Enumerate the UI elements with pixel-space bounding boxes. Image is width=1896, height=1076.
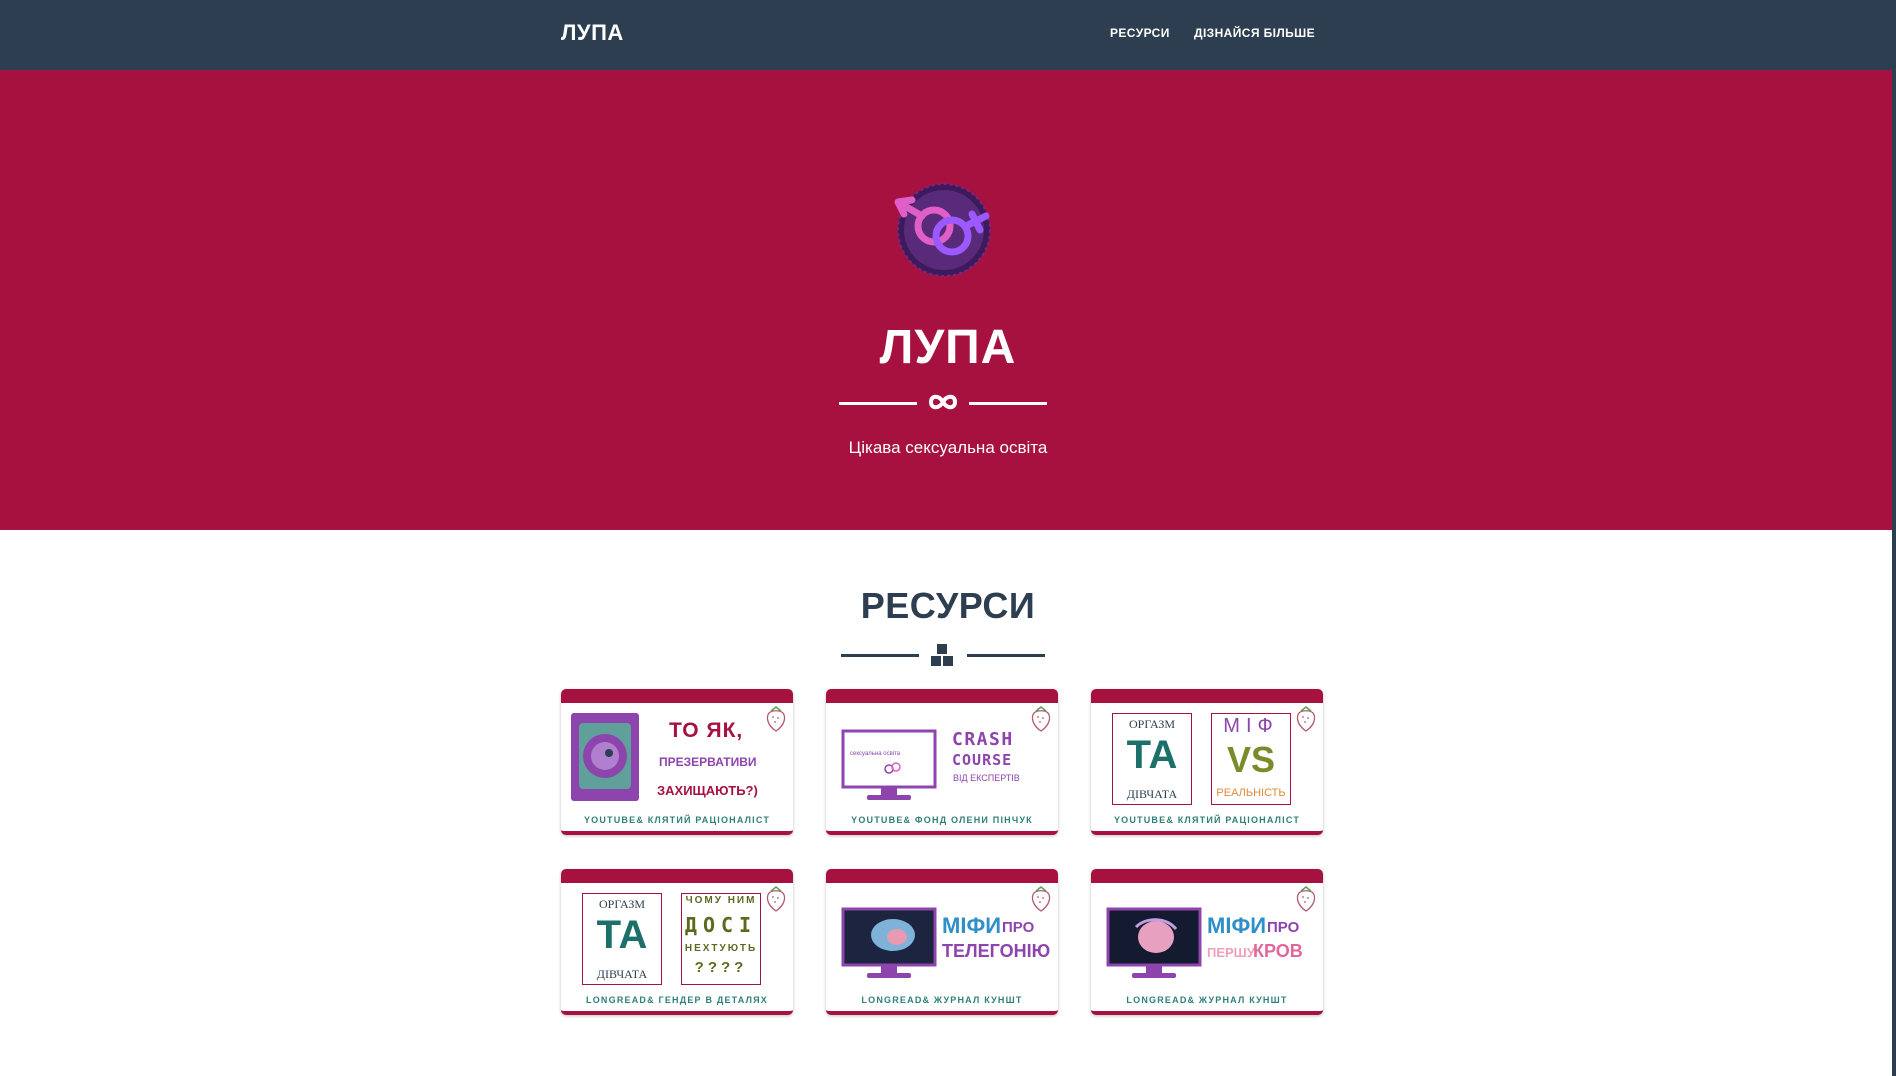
card-top-bar <box>1091 689 1323 703</box>
gender-symbols-logo-icon <box>894 183 991 277</box>
card-line: ПРЕЗЕРВАТИВИ <box>659 755 757 769</box>
scrollbar[interactable] <box>1892 0 1896 1076</box>
card-line: РЕАЛЬНІСТЬ <box>1216 787 1286 799</box>
top-navbar: ЛУПА РЕСУРСИ ДІЗНАЙСЯ БІЛЬШЕ <box>0 0 1896 70</box>
hero-divider-left <box>839 402 917 405</box>
card-caption: LONGREAD& ЖУРНАЛ КУНШТ <box>861 995 1023 1005</box>
strawberry-icon <box>766 886 786 912</box>
strawberry-icon <box>1031 886 1051 912</box>
card-line: ТЕЛЕГОНІЮ <box>942 941 1051 961</box>
card-line: МІФИ <box>942 913 1002 938</box>
strawberry-icon <box>1296 886 1316 912</box>
card-line: НЕХТУЮТЬ <box>684 943 758 954</box>
section-title-resources: РЕСУРСИ <box>860 585 1036 626</box>
resource-card[interactable]: МІФИ ПРО ТЕЛЕГОНІЮ LONGREAD& ЖУРНАЛ КУНШ… <box>826 869 1058 1015</box>
card-top-bar <box>1091 869 1323 883</box>
card-line: ???? <box>694 959 748 976</box>
card-top-bar <box>561 869 793 883</box>
nav-brand[interactable]: ЛУПА <box>561 20 624 46</box>
card-line: МІФ <box>1223 715 1279 737</box>
nav-link-learn-more[interactable]: ДІЗНАЙСЯ БІЛЬШЕ <box>1194 26 1315 40</box>
resource-card[interactable]: ТО ЯК, ПРЕЗЕРВАТИВИ ЗАХИЩАЮТЬ?) YOUTUBE&… <box>561 689 793 835</box>
card-line: ОРГАЗМ <box>598 897 646 911</box>
hero-section: ЛУПА Цікава сексуальна освіта <box>0 70 1896 530</box>
card-top-bar <box>826 869 1058 883</box>
card-line: CRASH <box>952 729 1014 750</box>
card-caption: YOUTUBE& КЛЯТИЙ РАЦІОНАЛІСТ <box>583 815 771 825</box>
card-top-bar <box>826 689 1058 703</box>
nav-link-resources[interactable]: РЕСУРСИ <box>1110 26 1170 40</box>
card-line: ДОСІ <box>684 913 758 937</box>
infinity-icon <box>928 394 958 410</box>
boxes-icon <box>931 644 953 666</box>
card-line: ЗАХИЩАЮТЬ?) <box>657 783 758 798</box>
card-line: ТА <box>596 913 648 957</box>
card-line: ОРГАЗМ <box>1128 717 1176 731</box>
card-line: КРОВ <box>1253 941 1303 961</box>
resource-card[interactable]: ОРГАЗМ ТА ДІВЧАТА МІФ VS РЕАЛЬНІСТЬ YOUT… <box>1091 689 1323 835</box>
card-line: ДІВЧАТА <box>1126 787 1178 801</box>
card-line: ТА <box>1126 733 1178 777</box>
card-line: ВІД ЕКСПЕРТІВ <box>953 773 1020 783</box>
card-caption: LONGREAD& ЖУРНАЛ КУНШТ <box>1126 995 1288 1005</box>
card-caption: LONGREAD& ГЕНДЕР В ДЕТАЛЯХ <box>586 995 768 1005</box>
card-caption: YOUTUBE& КЛЯТИЙ РАЦІОНАЛІСТ <box>1113 815 1301 825</box>
strawberry-icon <box>1296 706 1316 732</box>
resource-card[interactable]: сексуальна освіта CRASH COURSE ВІД ЕКСПЕ… <box>826 689 1058 835</box>
hero-title: ЛУПА <box>879 321 1017 374</box>
card-line: VS <box>1226 739 1276 780</box>
hero-divider-right <box>969 402 1047 405</box>
card-line: COURSE <box>952 751 1013 769</box>
monitor-icon <box>1106 907 1202 978</box>
hero-subtitle: Цікава сексуальна освіта <box>848 438 1048 457</box>
condom-package-icon <box>571 713 639 801</box>
strawberry-icon <box>766 706 786 732</box>
card-caption: YOUTUBE& ФОНД ОЛЕНИ ПІНЧУК <box>851 815 1033 825</box>
strawberry-icon <box>1031 706 1051 732</box>
card-top-bar <box>561 689 793 703</box>
section-divider-left <box>841 654 919 657</box>
resource-card[interactable]: МІФИ ПРО ПЕРШУ КРОВ LONGREAD& ЖУРНАЛ КУН… <box>1091 869 1323 1015</box>
resource-card[interactable]: ОРГАЗМ ТА ДІВЧАТА ЧОМУ НИМ ДОСІ НЕХТУЮТЬ… <box>561 869 793 1015</box>
card-line: ПЕРШУ <box>1207 945 1255 960</box>
card-line: ПРО <box>1267 919 1300 936</box>
monitor-icon <box>841 907 937 978</box>
section-divider-right <box>967 654 1045 657</box>
card-line: ДІВЧАТА <box>596 967 648 981</box>
card-line: ЧОМУ НИМ <box>685 895 757 906</box>
card-line: сексуальна освіта <box>850 751 901 757</box>
monitor-icon <box>841 729 937 800</box>
card-line: ПРО <box>1002 919 1035 936</box>
card-line: МІФИ <box>1207 913 1267 938</box>
card-line: ТО ЯК, <box>669 719 744 742</box>
